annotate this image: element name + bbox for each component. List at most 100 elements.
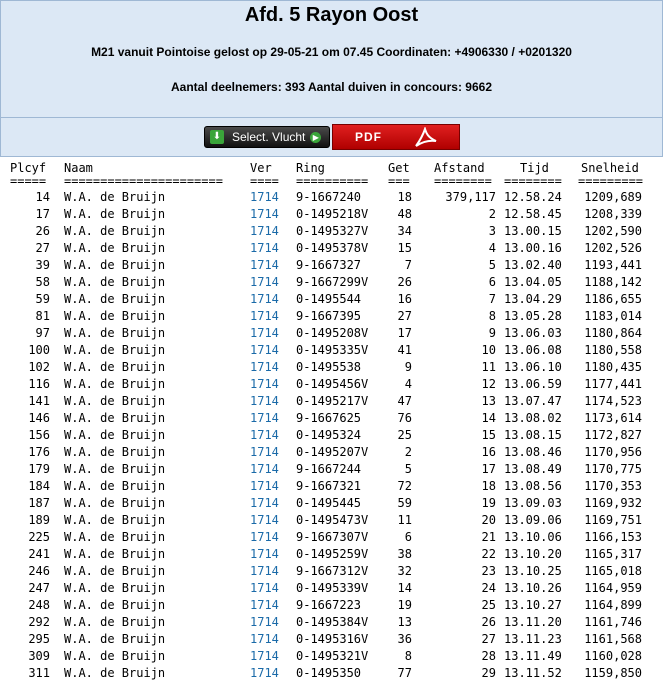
cell-tijd: 13.10.06	[504, 530, 562, 544]
cell-ring: 0-1495207V	[296, 445, 369, 459]
cell-plcyf: 17	[35, 207, 50, 221]
table-row: 116 W.A. de Bruijn 1714 0-1495456V 4 12 13.06.…	[0, 376, 663, 393]
cell-get: 47	[397, 394, 412, 408]
cell-ver-link[interactable]: 1714	[250, 614, 279, 631]
cell-ver-link[interactable]: 1714	[250, 631, 279, 648]
results-table: Plcyf Naam Ver Ring Get Afstand Tijd Sne…	[0, 160, 663, 682]
cell-ver-link[interactable]: 1714	[250, 529, 279, 546]
cell-ver-link[interactable]: 1714	[250, 512, 279, 529]
cell-afstand: 26	[481, 615, 496, 629]
cell-afstand: 7	[488, 292, 496, 306]
cell-plcyf: 102	[28, 360, 50, 374]
cell-ver-link[interactable]: 1714	[250, 648, 279, 665]
table-row: 247 W.A. de Bruijn 1714 0-1495339V 14 24 13.10…	[0, 580, 663, 597]
cell-ver-link[interactable]: 1714	[250, 393, 279, 410]
cell-plcyf: 59	[35, 292, 50, 306]
page-title: Afd. 5 Rayon Oost	[244, 4, 419, 26]
cell-snelheid: 1174,523	[584, 394, 642, 408]
cell-ver-link[interactable]: 1714	[250, 257, 279, 274]
acrobat-icon	[415, 127, 437, 147]
cell-ver-link[interactable]: 1714	[250, 580, 279, 597]
cell-ver-link[interactable]: 1714	[250, 342, 279, 359]
cell-plcyf: 246	[28, 564, 50, 578]
cell-ver-link[interactable]: 1714	[250, 461, 279, 478]
cell-naam: W.A. de Bruijn	[64, 309, 166, 323]
cell-ring: 0-1495538	[296, 360, 362, 374]
cell-naam: W.A. de Bruijn	[64, 462, 166, 476]
cell-snelheid: 1161,568	[584, 632, 642, 646]
cell-ring: 0-1495384V	[296, 615, 369, 629]
cell-tijd: 13.10.25	[504, 564, 562, 578]
cell-ver-link[interactable]: 1714	[250, 376, 279, 393]
cell-snelheid: 1172,827	[584, 428, 642, 442]
cell-afstand: 29	[481, 666, 496, 680]
table-row: 295 W.A. de Bruijn 1714 0-1495316V 36 27 13.11…	[0, 631, 663, 648]
table-row: 146 W.A. de Bruijn 1714 9-1667625 76 14 13.08.…	[0, 410, 663, 427]
cell-naam: W.A. de Bruijn	[64, 445, 166, 459]
cell-tijd: 13.05.28	[504, 309, 562, 323]
cell-tijd: 13.11.49	[504, 649, 562, 663]
cell-ring: 9-1667327	[296, 258, 362, 272]
cell-get: 8	[404, 649, 412, 663]
cell-snelheid: 1193,441	[584, 258, 642, 272]
separator: =========	[578, 174, 644, 188]
cell-snelheid: 1159,850	[584, 666, 642, 680]
cell-afstand: 379,117	[445, 190, 496, 204]
cell-tijd: 13.11.20	[504, 615, 562, 629]
cell-plcyf: 225	[28, 530, 50, 544]
cell-get: 15	[397, 241, 412, 255]
cell-ver-link[interactable]: 1714	[250, 444, 279, 461]
cell-get: 19	[397, 598, 412, 612]
cell-snelheid: 1188,142	[584, 275, 642, 289]
pdf-button[interactable]: PDF	[332, 124, 460, 150]
cell-tijd: 13.11.23	[504, 632, 562, 646]
cell-afstand: 11	[481, 360, 496, 374]
cell-tijd: 13.11.52	[504, 666, 562, 680]
cell-ver-link[interactable]: 1714	[250, 240, 279, 257]
cell-ver-link[interactable]: 1714	[250, 410, 279, 427]
select-flight-button[interactable]: ⬇ Select. Vlucht ▶	[204, 126, 330, 148]
cell-ring: 9-1667321	[296, 479, 362, 493]
cell-afstand: 24	[481, 581, 496, 595]
cell-ring: 0-1495327V	[296, 224, 369, 238]
cell-ver-link[interactable]: 1714	[250, 665, 279, 682]
cell-afstand: 21	[481, 530, 496, 544]
table-row: 225 W.A. de Bruijn 1714 9-1667307V 6 21 13.10.…	[0, 529, 663, 546]
cell-afstand: 18	[481, 479, 496, 493]
select-flight-label: Select. Vlucht	[232, 130, 306, 144]
cell-ver-link[interactable]: 1714	[250, 274, 279, 291]
cell-ver-link[interactable]: 1714	[250, 359, 279, 376]
cell-tijd: 12.58.45	[504, 207, 562, 221]
cell-tijd: 13.08.49	[504, 462, 562, 476]
cell-ver-link[interactable]: 1714	[250, 495, 279, 512]
cell-plcyf: 311	[28, 666, 50, 680]
arrow-right-icon: ▶	[310, 131, 322, 143]
cell-snelheid: 1180,435	[584, 360, 642, 374]
cell-afstand: 12	[481, 377, 496, 391]
cell-ring: 0-1495259V	[296, 547, 369, 561]
cell-ver-link[interactable]: 1714	[250, 206, 279, 223]
cell-ver-link[interactable]: 1714	[250, 291, 279, 308]
cell-tijd: 13.02.40	[504, 258, 562, 272]
cell-afstand: 23	[481, 564, 496, 578]
table-row: 102 W.A. de Bruijn 1714 0-1495538 9 11 13.06.1…	[0, 359, 663, 376]
cell-ver-link[interactable]: 1714	[250, 427, 279, 444]
cell-snelheid: 1165,317	[584, 547, 642, 561]
cell-ver-link[interactable]: 1714	[250, 308, 279, 325]
cell-ver-link[interactable]: 1714	[250, 189, 279, 206]
cell-plcyf: 27	[35, 241, 50, 255]
cell-snelheid: 1202,590	[584, 224, 642, 238]
cell-snelheid: 1173,614	[584, 411, 642, 425]
pdf-label: PDF	[355, 130, 382, 144]
cell-ring: 0-1495473V	[296, 513, 369, 527]
cell-ver-link[interactable]: 1714	[250, 597, 279, 614]
cell-snelheid: 1180,864	[584, 326, 642, 340]
cell-afstand: 10	[481, 343, 496, 357]
cell-ver-link[interactable]: 1714	[250, 478, 279, 495]
cell-ver-link[interactable]: 1714	[250, 223, 279, 240]
cell-ring: 9-1667299V	[296, 275, 369, 289]
cell-ver-link[interactable]: 1714	[250, 563, 279, 580]
separator: =====	[10, 174, 47, 188]
cell-ver-link[interactable]: 1714	[250, 325, 279, 342]
cell-ver-link[interactable]: 1714	[250, 546, 279, 563]
